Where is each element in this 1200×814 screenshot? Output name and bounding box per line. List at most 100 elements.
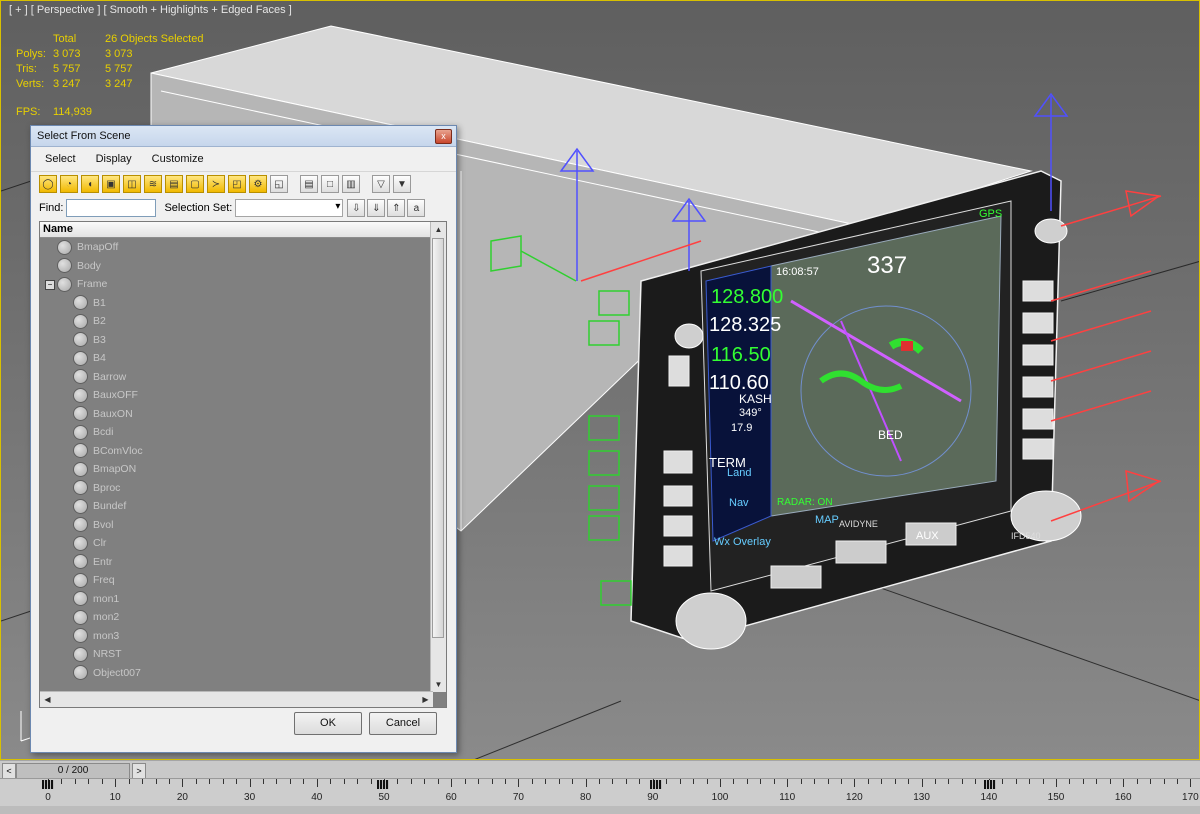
display-spacewarps-icon[interactable]: ≋: [144, 175, 162, 193]
next-frame-button[interactable]: >: [132, 763, 146, 779]
menu-select[interactable]: Select: [45, 153, 76, 165]
column-header-name[interactable]: Name: [40, 222, 446, 238]
keyframe-marker[interactable]: [42, 780, 54, 789]
list-item[interactable]: Freq: [73, 571, 115, 589]
display-hidden-icon[interactable]: ◱: [270, 175, 288, 193]
display-groups-icon[interactable]: ▤: [165, 175, 183, 193]
sort-up-icon[interactable]: ⇑: [387, 199, 406, 217]
ok-button[interactable]: OK: [294, 712, 362, 735]
keyframe-marker[interactable]: [650, 780, 662, 789]
prev-frame-button[interactable]: <: [2, 763, 16, 779]
vertical-scrollbar[interactable]: ▲ ▼: [430, 222, 446, 692]
keyframe-marker[interactable]: [377, 780, 389, 789]
display-helpers-icon[interactable]: ◫: [123, 175, 141, 193]
ruler-tick: [1002, 779, 1004, 784]
menu-customize[interactable]: Customize: [152, 153, 204, 165]
list-item[interactable]: NRST: [73, 645, 122, 663]
ruler-tick: [357, 779, 359, 784]
list-item[interactable]: B3: [73, 331, 106, 349]
list-item[interactable]: Body: [57, 257, 101, 275]
filter-icon[interactable]: ▽: [372, 175, 390, 193]
find-input[interactable]: [66, 199, 157, 217]
cancel-button[interactable]: Cancel: [369, 712, 437, 735]
list-item[interactable]: B2: [73, 312, 106, 330]
object-icon: [57, 239, 72, 255]
list-item[interactable]: Bproc: [73, 479, 120, 497]
list-item-label: mon1: [93, 592, 120, 605]
list-item[interactable]: mon1: [73, 590, 119, 608]
select-from-scene-dialog[interactable]: Select From Scene x Select Display Custo…: [30, 125, 457, 753]
ruler-tick: [706, 779, 708, 784]
list-item[interactable]: BmapOff: [57, 238, 118, 256]
list-item[interactable]: Clr: [73, 534, 106, 552]
keyframe-marker[interactable]: [984, 780, 996, 789]
sort-down-icon[interactable]: ⇓: [367, 199, 386, 217]
list-item[interactable]: B1: [73, 294, 106, 312]
list-item[interactable]: Barrow: [73, 368, 126, 386]
display-xrefs-icon[interactable]: ▢: [186, 175, 204, 193]
ruler-tick: [1136, 779, 1138, 784]
wx-overlay-button[interactable]: Wx Overlay: [714, 536, 771, 548]
select-none-icon[interactable]: □: [321, 175, 339, 193]
scroll-thumb[interactable]: [432, 238, 444, 638]
list-item[interactable]: Bvol: [73, 516, 113, 534]
close-icon[interactable]: x: [435, 129, 452, 144]
collapse-icon[interactable]: −: [45, 280, 55, 290]
display-lights-icon[interactable]: ◖: [81, 175, 99, 193]
list-item[interactable]: Frame: [57, 275, 107, 293]
list-item[interactable]: BComVloc: [73, 442, 143, 460]
display-bones-icon[interactable]: ≻: [207, 175, 225, 193]
display-frozen-icon[interactable]: ⚙: [249, 175, 267, 193]
list-item-label: Bcdi: [93, 426, 114, 438]
display-cameras-icon[interactable]: ▣: [102, 175, 120, 193]
list-item[interactable]: BauxON: [73, 405, 133, 423]
ruler-label: 60: [445, 792, 457, 803]
list-item[interactable]: BauxOFF: [73, 386, 138, 404]
ruler-tick: [545, 779, 547, 784]
ruler-tick: [679, 779, 681, 784]
list-item[interactable]: BmapON: [73, 460, 136, 478]
viewport-label[interactable]: [ + ] [ Perspective ] [ Smooth + Highlig…: [9, 4, 292, 16]
object-icon: [73, 609, 88, 625]
ruler-tick: [397, 779, 399, 784]
selection-set-dropdown[interactable]: [235, 199, 344, 217]
track-bar[interactable]: 0 10 20 30 40 50 60 70 80 90 100 110 120 130 140 150 160…: [0, 778, 1200, 807]
map-tab[interactable]: MAP: [815, 514, 839, 526]
scroll-left-icon[interactable]: ◀: [41, 693, 54, 706]
time-slider-thumb[interactable]: 0 / 200: [16, 763, 130, 779]
ruler-tick: [693, 779, 695, 784]
select-all-icon[interactable]: ▤: [300, 175, 318, 193]
sort-icon[interactable]: ⇩: [347, 199, 366, 217]
list-item[interactable]: mon2: [73, 608, 119, 626]
list-item[interactable]: Bcdi: [73, 423, 113, 441]
dialog-title-bar[interactable]: Select From Scene: [31, 126, 456, 147]
list-item[interactable]: B4: [73, 349, 106, 367]
ruler-tick: [921, 779, 923, 787]
display-shapes-icon[interactable]: ◔: [60, 175, 78, 193]
ruler-label: 150: [1047, 792, 1065, 803]
scroll-down-icon[interactable]: ▼: [432, 678, 445, 691]
display-geometry-icon[interactable]: ◯: [39, 175, 57, 193]
horizontal-scrollbar[interactable]: ◀ ▶: [40, 691, 433, 707]
display-containers-icon[interactable]: ◰: [228, 175, 246, 193]
land-button[interactable]: Land: [727, 467, 751, 479]
list-item[interactable]: Entr: [73, 553, 112, 571]
nav-button[interactable]: Nav: [729, 497, 749, 509]
time-slider-bar[interactable]: < 0 / 200 >: [0, 760, 1200, 779]
ruler-tick: [182, 779, 184, 787]
ruler-tick: [155, 779, 157, 784]
menu-display[interactable]: Display: [96, 153, 132, 165]
ruler-tick: [531, 779, 533, 784]
list-item-label: Bproc: [93, 481, 121, 494]
scroll-up-icon[interactable]: ▲: [432, 223, 445, 236]
aux-tab[interactable]: AUX: [916, 530, 939, 542]
list-item[interactable]: mon3: [73, 627, 119, 645]
list-item[interactable]: Bundef: [73, 497, 126, 515]
scroll-right-icon[interactable]: ▶: [419, 693, 432, 706]
select-invert-icon[interactable]: ▥: [342, 175, 360, 193]
case-sensitive-icon[interactable]: a: [407, 199, 426, 217]
object-list[interactable]: Name BmapOff Body Frame B1 B2 B3 B4 Barrow BauxO…: [39, 221, 447, 708]
tris-total: 5 757: [53, 63, 81, 75]
filter-options-icon[interactable]: ▼: [393, 175, 411, 193]
list-item[interactable]: Object007: [73, 664, 141, 682]
